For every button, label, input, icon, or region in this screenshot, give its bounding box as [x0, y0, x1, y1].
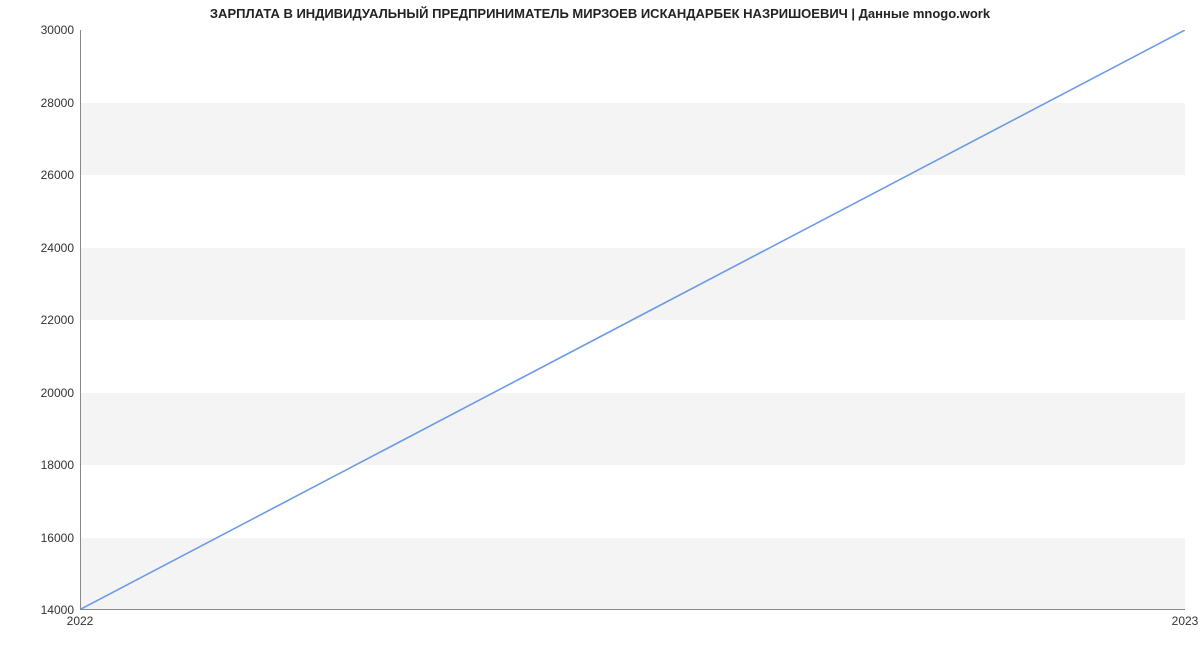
- y-tick-label: 28000: [14, 96, 74, 110]
- plot-area: [80, 30, 1185, 610]
- y-tick-label: 18000: [14, 458, 74, 472]
- y-tick-label: 14000: [14, 603, 74, 617]
- series-line: [81, 30, 1185, 609]
- line-svg: [81, 30, 1185, 609]
- x-tick-label: 2023: [1172, 614, 1199, 628]
- y-tick-label: 26000: [14, 168, 74, 182]
- chart-title: ЗАРПЛАТА В ИНДИВИДУАЛЬНЫЙ ПРЕДПРИНИМАТЕЛ…: [0, 6, 1200, 21]
- y-tick-label: 20000: [14, 386, 74, 400]
- x-tick-label: 2022: [67, 614, 94, 628]
- y-tick-label: 24000: [14, 241, 74, 255]
- chart-container: ЗАРПЛАТА В ИНДИВИДУАЛЬНЫЙ ПРЕДПРИНИМАТЕЛ…: [0, 0, 1200, 650]
- y-tick-label: 16000: [14, 531, 74, 545]
- y-tick-label: 22000: [14, 313, 74, 327]
- y-tick-label: 30000: [14, 23, 74, 37]
